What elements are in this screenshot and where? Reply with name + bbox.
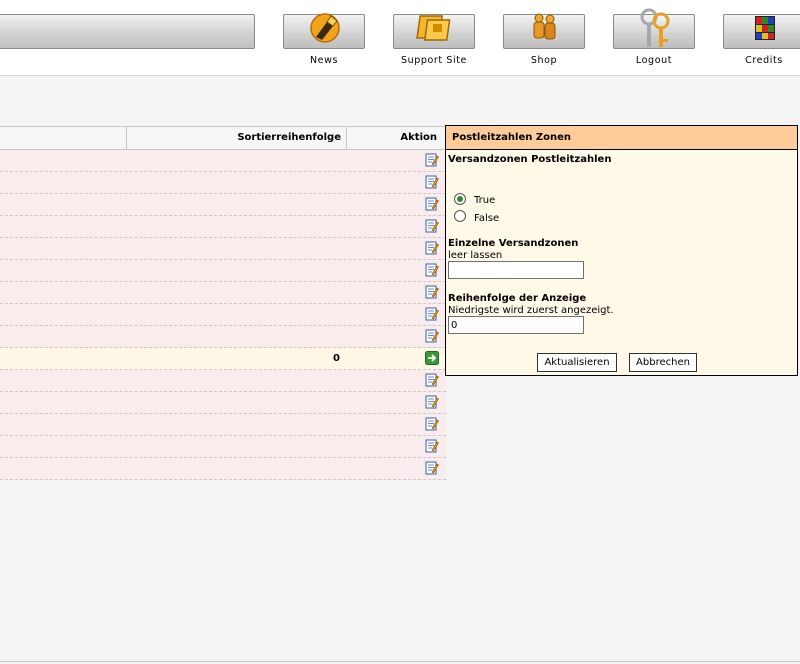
table-row-selected[interactable]: 0 [0,348,446,370]
nav-credits-button[interactable]: Credits [723,14,800,66]
shop-icon [533,13,556,40]
nav-news-label: News [309,55,339,66]
table-header: Sortierreihenfolge Aktion [0,126,446,150]
column-header-sort-order: Sortierreihenfolge [126,127,341,149]
table-row[interactable] [0,172,446,194]
table-row[interactable] [0,216,446,238]
nav-shop-button[interactable]: Shop [503,13,585,66]
sort-order-cell [126,216,340,237]
column-header-action: Aktion [346,127,437,149]
sort-order-cell [126,414,340,435]
sort-order-cell [126,370,340,391]
sort-order-cell [126,436,340,457]
arrow-right-icon[interactable] [425,351,439,365]
edit-icon[interactable] [425,329,439,343]
edit-icon[interactable] [425,263,439,277]
edit-icon[interactable] [425,461,439,475]
edit-icon[interactable] [425,153,439,167]
nav-support-site-label: Support Site [400,55,467,66]
sort-order-cell [126,238,340,259]
panel-title: Postleitzahlen Zonen [446,126,797,150]
nav-news-button[interactable]: News [283,13,365,66]
table-row[interactable] [0,458,446,480]
header-bar [0,14,255,49]
single-zones-input[interactable] [448,261,584,279]
sort-order-cell [126,392,340,413]
field-single-zones-description: leer lassen [448,250,503,261]
sort-order-cell [126,172,340,193]
edit-icon[interactable] [425,373,439,387]
credits-icon [755,16,775,40]
edit-icon[interactable] [425,219,439,233]
sort-order-cell [126,260,340,281]
nav-shop-label: Shop [530,55,558,66]
cancel-button[interactable]: Abbrechen [629,353,697,372]
edit-icon[interactable] [425,197,439,211]
radio-true[interactable] [454,193,466,205]
edit-icon[interactable] [425,285,439,299]
sort-order-cell [126,282,340,303]
table-row[interactable] [0,150,446,172]
radio-true-label: True [474,195,496,206]
field-single-zones-title: Einzelne Versandzonen [448,238,579,249]
edit-icon[interactable] [425,241,439,255]
table-body: 0 [0,150,446,480]
top-header: News Support Site Shop Logout Credits [0,0,800,76]
field-sort-order-description: Niedrigste wird zuerst angezeigt. [448,305,614,316]
update-button[interactable]: Aktualisieren [537,353,617,372]
edit-icon[interactable] [425,175,439,189]
edit-icon[interactable] [425,395,439,409]
nav-support-site-button[interactable]: Support Site [393,14,475,66]
table-row[interactable] [0,260,446,282]
sort-order-cell [126,458,340,479]
table-row[interactable] [0,238,446,260]
nav-logout-label: Logout [635,55,673,66]
table-row[interactable] [0,370,446,392]
nav-credits-label: Credits [745,55,783,66]
support-site-icon [416,15,451,41]
table-row[interactable] [0,436,446,458]
field-sort-order-title: Reihenfolge der Anzeige [448,293,587,304]
sort-order-cell: 0 [333,353,340,364]
field-postal-zones-title: Versandzonen Postleitzahlen [448,154,612,165]
edit-panel: Postleitzahlen Zonen Versandzonen Postle… [445,125,798,376]
table-row[interactable] [0,282,446,304]
radio-false[interactable] [454,210,466,222]
table-row[interactable] [0,304,446,326]
sort-order-cell [126,304,340,325]
table-row[interactable] [0,414,446,436]
logout-icon [640,8,670,47]
radio-false-label: False [474,213,500,224]
news-icon [310,13,340,43]
table-row[interactable] [0,194,446,216]
nav-logout-button[interactable]: Logout [613,8,695,66]
edit-icon[interactable] [425,439,439,453]
sort-order-cell [126,326,340,347]
sort-order-input[interactable] [448,316,584,334]
table-row[interactable] [0,392,446,414]
bottom-divider [0,661,800,662]
edit-icon[interactable] [425,307,439,321]
table-row[interactable] [0,326,446,348]
zones-table: Sortierreihenfolge Aktion 0 [0,126,446,480]
sort-order-cell [126,194,340,215]
edit-icon[interactable] [425,417,439,431]
sort-order-cell [126,150,340,171]
